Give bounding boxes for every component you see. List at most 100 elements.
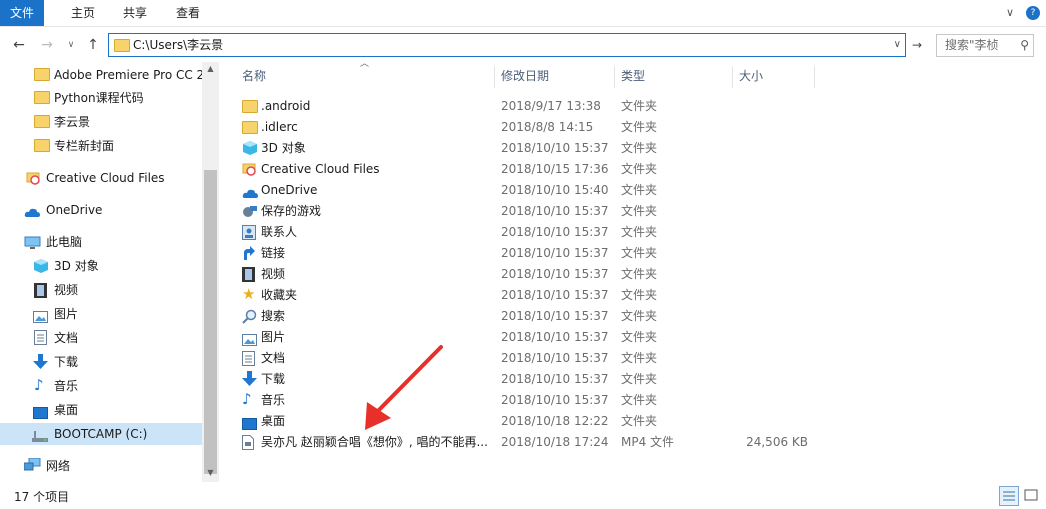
file-name: 文档 bbox=[261, 351, 286, 365]
file-size: 24,506 KB bbox=[746, 435, 808, 449]
folder-icon bbox=[242, 100, 258, 113]
search-box[interactable]: 搜索"李桢 ⚲ bbox=[936, 34, 1034, 57]
network-icon bbox=[23, 457, 41, 480]
back-arrow-icon[interactable]: ← bbox=[10, 36, 28, 54]
item-count: 17 个项目 bbox=[14, 490, 70, 504]
file-name: 音乐 bbox=[261, 393, 286, 407]
table-row[interactable]: 桌面 2018/10/18 12:22 文件夹 bbox=[230, 411, 830, 432]
file-date: 2018/8/8 14:15 bbox=[501, 120, 594, 134]
sidebar-item-label: 文档 bbox=[54, 331, 79, 345]
file-date: 2018/10/10 15:37 bbox=[501, 309, 609, 323]
address-path: C:\Users\李云景 bbox=[133, 38, 224, 52]
sidebar-item-label: 音乐 bbox=[54, 379, 79, 393]
3d-objects-icon bbox=[33, 258, 49, 281]
file-type: 文件夹 bbox=[621, 162, 658, 176]
file-type: 文件夹 bbox=[621, 372, 658, 386]
scroll-down-arrow-icon[interactable]: ▼ bbox=[202, 466, 219, 480]
file-name: 搜索 bbox=[261, 309, 286, 323]
documents-icon bbox=[34, 330, 47, 352]
table-row[interactable]: 图片 2018/10/10 15:37 文件夹 bbox=[230, 327, 830, 348]
sidebar-item-label: 此电脑 bbox=[46, 235, 83, 249]
column-divider[interactable] bbox=[814, 66, 815, 88]
file-name: 图片 bbox=[261, 330, 286, 344]
table-row[interactable]: Creative Cloud Files 2018/10/15 17:36 文件… bbox=[230, 159, 830, 180]
details-view-icon[interactable] bbox=[999, 486, 1019, 506]
tab-view[interactable]: 查看 bbox=[176, 0, 200, 26]
tab-home[interactable]: 主页 bbox=[71, 0, 95, 26]
column-divider[interactable] bbox=[732, 66, 733, 88]
table-row[interactable]: 联系人 2018/10/10 15:37 文件夹 bbox=[230, 222, 830, 243]
up-arrow-icon[interactable]: ↑ bbox=[84, 36, 102, 54]
music-icon: ♪ bbox=[34, 376, 44, 394]
address-row: ← → ∨ ↑ C:\Users\李云景 ∨ → 搜索"李桢 ⚲ bbox=[0, 33, 1046, 59]
table-row[interactable]: 下载 2018/10/10 15:37 文件夹 bbox=[230, 369, 830, 390]
file-name: 保存的游戏 bbox=[261, 204, 322, 218]
file-type: 文件夹 bbox=[621, 141, 658, 155]
sort-ascending-chevron-icon: ︿ bbox=[360, 59, 370, 69]
tab-share[interactable]: 共享 bbox=[123, 0, 147, 26]
column-header-type[interactable]: 类型 bbox=[621, 62, 645, 90]
file-date: 2018/10/10 15:37 bbox=[501, 267, 609, 281]
file-type: 文件夹 bbox=[621, 183, 658, 197]
file-name: 吴亦凡 赵丽颖合唱《想你》, 唱的不能再... bbox=[261, 435, 488, 449]
table-row[interactable]: ♪ 音乐 2018/10/10 15:37 文件夹 bbox=[230, 390, 830, 411]
file-date: 2018/10/10 15:37 bbox=[501, 204, 609, 218]
file-date: 2018/9/17 13:38 bbox=[501, 99, 601, 113]
table-row[interactable]: OneDrive 2018/10/10 15:40 文件夹 bbox=[230, 180, 830, 201]
sidebar-item-label: Python课程代码 bbox=[54, 91, 144, 105]
file-type: 文件夹 bbox=[621, 309, 658, 323]
file-name: Creative Cloud Files bbox=[261, 162, 380, 176]
scrollbar-thumb[interactable] bbox=[204, 170, 217, 474]
column-header-size[interactable]: 大小 bbox=[739, 62, 763, 90]
file-date: 2018/10/10 15:40 bbox=[501, 183, 609, 197]
refresh-arrow-icon[interactable]: → bbox=[908, 36, 926, 54]
table-row[interactable]: 3D 对象 2018/10/10 15:37 文件夹 bbox=[230, 138, 830, 159]
table-row[interactable]: .idlerc 2018/8/8 14:15 文件夹 bbox=[230, 117, 830, 138]
help-icon[interactable]: ? bbox=[1026, 6, 1040, 20]
file-name: 3D 对象 bbox=[261, 141, 306, 155]
sidebar-item-label: Adobe Premiere Pro CC 2 bbox=[54, 68, 205, 82]
file-name: 链接 bbox=[261, 246, 286, 260]
address-dropdown-icon[interactable]: ∨ bbox=[894, 34, 901, 56]
sidebar-item-label: 3D 对象 bbox=[54, 259, 99, 273]
tab-file[interactable]: 文件 bbox=[0, 0, 45, 26]
status-bar: 17 个项目 bbox=[0, 484, 1046, 509]
file-name: 视频 bbox=[261, 267, 286, 281]
file-name: 联系人 bbox=[261, 225, 298, 239]
sidebar-scrollbar[interactable]: ▲ ▼ bbox=[202, 62, 219, 482]
folder-icon bbox=[34, 91, 50, 104]
scroll-up-arrow-icon[interactable]: ▲ bbox=[202, 62, 219, 76]
file-date: 2018/10/10 15:37 bbox=[501, 372, 609, 386]
recent-locations-chevron-icon[interactable]: ∨ bbox=[62, 36, 80, 54]
forward-arrow-icon[interactable]: → bbox=[38, 36, 56, 54]
onedrive-icon bbox=[24, 203, 41, 225]
folder-icon bbox=[34, 68, 50, 81]
file-date: 2018/10/10 15:37 bbox=[501, 141, 609, 155]
table-row[interactable]: 吴亦凡 赵丽颖合唱《想你》, 唱的不能再... 2018/10/18 17:24… bbox=[230, 432, 830, 453]
file-date: 2018/10/10 15:37 bbox=[501, 351, 609, 365]
table-row[interactable]: 保存的游戏 2018/10/10 15:37 文件夹 bbox=[230, 201, 830, 222]
search-input[interactable]: 搜索"李桢 bbox=[945, 35, 999, 56]
column-divider[interactable] bbox=[614, 66, 615, 88]
address-bar[interactable]: C:\Users\李云景 ∨ bbox=[108, 33, 906, 57]
file-date: 2018/10/10 15:37 bbox=[501, 393, 609, 407]
large-icons-view-icon[interactable] bbox=[1022, 486, 1040, 504]
search-icon[interactable]: ⚲ bbox=[1020, 35, 1029, 56]
table-row[interactable]: 搜索 2018/10/10 15:37 文件夹 bbox=[230, 306, 830, 327]
column-header-name[interactable]: 名称 bbox=[242, 62, 266, 90]
table-row[interactable]: 视频 2018/10/10 15:37 文件夹 bbox=[230, 264, 830, 285]
file-name: .android bbox=[261, 99, 311, 113]
file-type: 文件夹 bbox=[621, 330, 658, 344]
file-name: 桌面 bbox=[261, 414, 286, 428]
column-divider[interactable] bbox=[494, 66, 495, 88]
column-header-date[interactable]: 修改日期 bbox=[501, 62, 549, 90]
chevron-down-icon[interactable]: ∨ bbox=[1002, 5, 1018, 21]
file-name: 收藏夹 bbox=[261, 288, 298, 302]
table-row[interactable]: .android 2018/9/17 13:38 文件夹 bbox=[230, 96, 830, 117]
table-row[interactable]: 链接 2018/10/10 15:37 文件夹 bbox=[230, 243, 830, 264]
table-row[interactable]: ★ 收藏夹 2018/10/10 15:37 文件夹 bbox=[230, 285, 830, 306]
file-date: 2018/10/10 15:37 bbox=[501, 246, 609, 260]
creative-cloud-icon bbox=[26, 170, 41, 192]
sidebar-item-bootcamp-drive[interactable]: BOOTCAMP (C:) bbox=[0, 423, 202, 445]
table-row[interactable]: 文档 2018/10/10 15:37 文件夹 bbox=[230, 348, 830, 369]
